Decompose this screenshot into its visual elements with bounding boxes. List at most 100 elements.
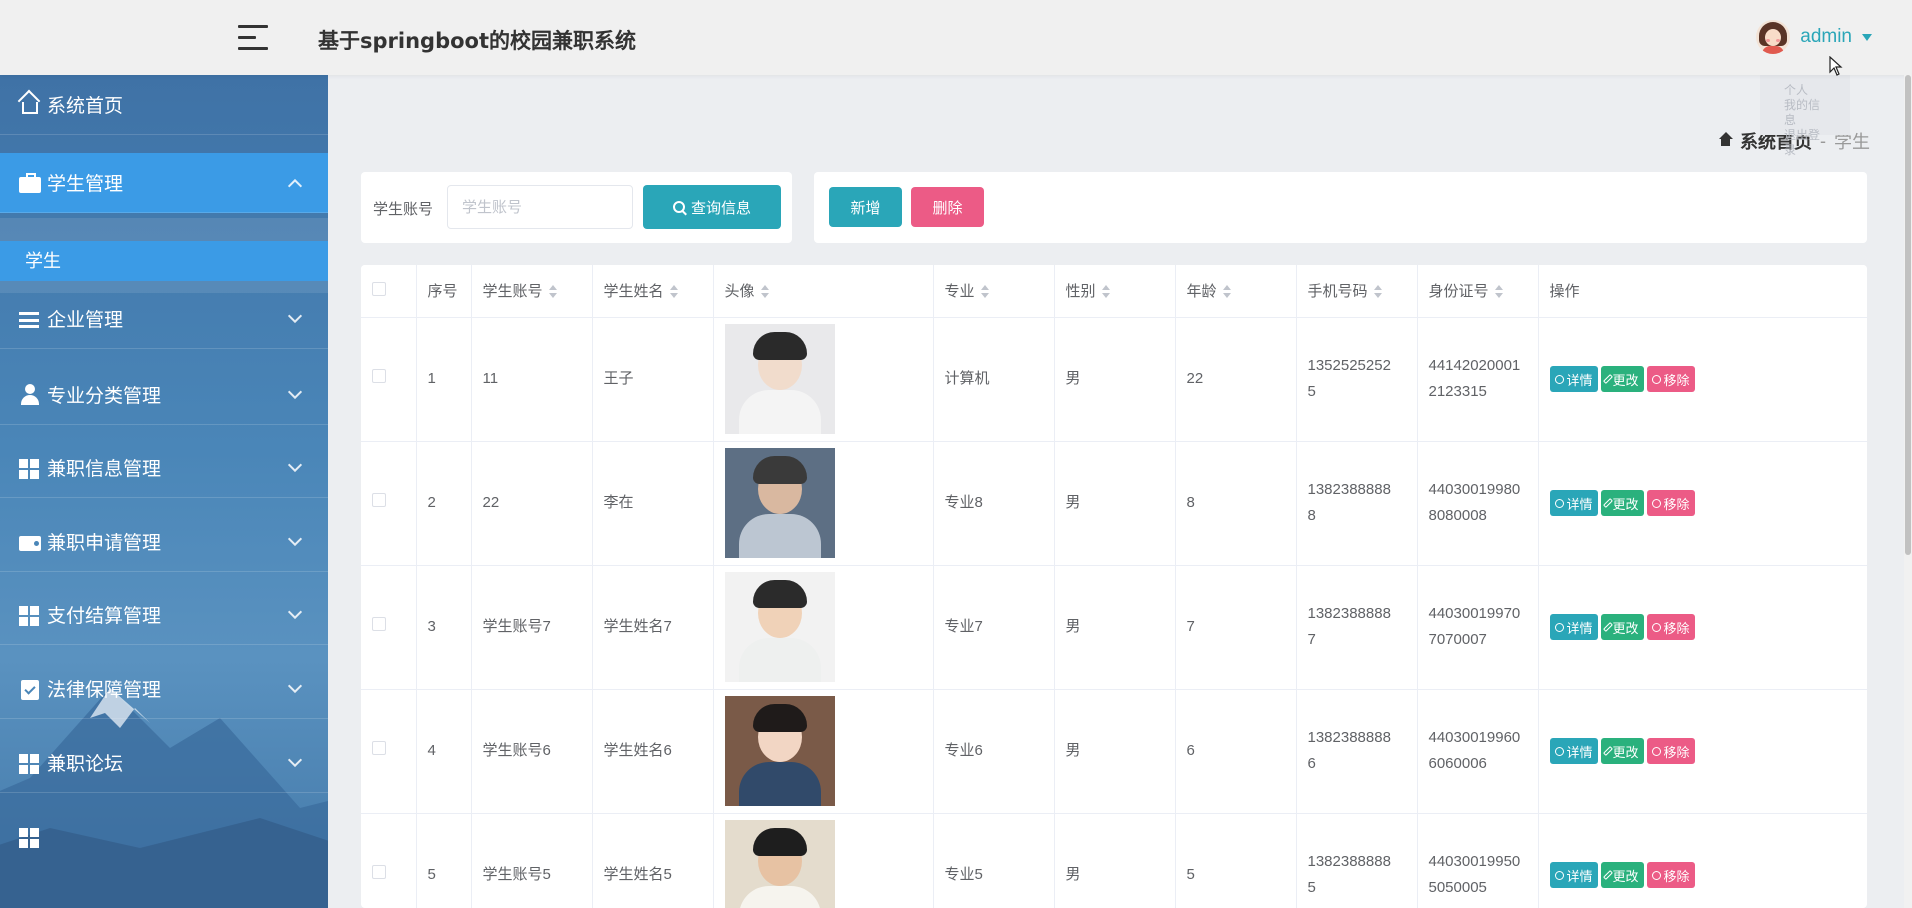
column-header[interactable]: 身份证号 xyxy=(1417,265,1539,318)
row-checkbox[interactable] xyxy=(372,617,386,631)
detail-button[interactable]: 详情 xyxy=(1549,366,1598,392)
detail-label: 详情 xyxy=(1566,372,1593,388)
row-checkbox[interactable] xyxy=(372,741,386,755)
sidebar-item-payment-settlement[interactable]: 支付结算管理 xyxy=(0,585,328,645)
row-select-cell xyxy=(361,689,417,814)
sort-icon[interactable] xyxy=(1494,285,1505,299)
edit-button[interactable]: 更改 xyxy=(1600,862,1644,888)
chevron-down-icon xyxy=(287,678,303,694)
scrollbar-thumb[interactable] xyxy=(1905,75,1911,555)
remove-button[interactable]: 移除 xyxy=(1646,738,1695,764)
dropdown-item[interactable]: 退出登录 xyxy=(1784,128,1826,158)
chevron-down-icon xyxy=(287,752,303,768)
edit-label: 更改 xyxy=(1612,620,1639,636)
table-row[interactable]: 4 学生账号6 学生姓名6 专业6 男 6 13823888886 440300… xyxy=(361,689,1867,814)
delete-button[interactable]: 删除 xyxy=(911,187,984,227)
dropdown-item[interactable]: 我的信息 xyxy=(1784,98,1826,128)
table-row[interactable]: 3 学生账号7 学生姓名7 专业7 男 7 13823888887 440300… xyxy=(361,565,1867,690)
column-header[interactable]: 学生账号 xyxy=(471,265,593,318)
sidebar-item-more[interactable] xyxy=(0,807,328,867)
cell-no: 5 xyxy=(416,813,472,908)
close-circle-icon xyxy=(1651,374,1661,384)
remove-label: 移除 xyxy=(1663,868,1690,884)
row-checkbox[interactable] xyxy=(372,493,386,507)
sidebar-item-major-category[interactable]: 专业分类管理 xyxy=(0,365,328,425)
action-panel: 新增 删除 xyxy=(814,172,1867,243)
student-photo[interactable] xyxy=(724,324,835,434)
sort-icon[interactable] xyxy=(1222,285,1233,299)
cell-major: 专业6 xyxy=(933,689,1055,814)
sidebar-item-enterprise-management[interactable]: 企业管理 xyxy=(0,289,328,349)
sidebar-item-student-management[interactable]: 学生管理 xyxy=(0,153,328,213)
row-checkbox[interactable] xyxy=(372,865,386,879)
edit-button[interactable]: 更改 xyxy=(1600,614,1644,640)
remove-label: 移除 xyxy=(1663,620,1690,636)
bars-icon xyxy=(19,308,41,330)
edit-button[interactable]: 更改 xyxy=(1600,366,1644,392)
detail-button[interactable]: 详情 xyxy=(1549,862,1598,888)
sidebar-item-job-application[interactable]: 兼职申请管理 xyxy=(0,512,328,572)
query-button[interactable]: 查询信息 xyxy=(643,185,781,229)
column-header[interactable]: 专业 xyxy=(933,265,1055,318)
detail-button[interactable]: 详情 xyxy=(1549,738,1598,764)
edit-button[interactable]: 更改 xyxy=(1600,490,1644,516)
student-account-input[interactable] xyxy=(447,185,633,229)
avatar xyxy=(1756,20,1791,54)
chevron-down-icon xyxy=(287,384,303,400)
sidebar-item-legal-protection[interactable]: 法律保障管理 xyxy=(0,659,328,719)
column-header[interactable]: 学生姓名 xyxy=(592,265,714,318)
table-row[interactable]: 1 11 王子 计算机 男 22 13525252525 44142020001… xyxy=(361,317,1867,442)
edit-button[interactable]: 更改 xyxy=(1600,738,1644,764)
cell-avatar xyxy=(713,689,934,814)
remove-button[interactable]: 移除 xyxy=(1646,862,1695,888)
column-header[interactable]: 年龄 xyxy=(1175,265,1297,318)
row-checkbox[interactable] xyxy=(372,369,386,383)
cell-avatar xyxy=(713,813,934,908)
menu-toggle-icon[interactable] xyxy=(238,25,268,51)
cell-phone: 13823888886 xyxy=(1296,689,1418,814)
cell-account: 学生账号6 xyxy=(471,689,593,814)
student-table: 序号 学生账号 学生姓名 头像 专业 性别 年龄 手机号码 身份证号 操作 1 … xyxy=(361,265,1867,908)
column-header[interactable]: 头像 xyxy=(713,265,934,318)
idcard-text: 440300199606060006 xyxy=(1428,729,1521,772)
student-photo[interactable] xyxy=(724,820,835,908)
sort-icon[interactable] xyxy=(980,285,991,299)
student-photo[interactable] xyxy=(724,448,835,558)
table-row[interactable]: 5 学生账号5 学生姓名5 专业5 男 5 13823888885 440300… xyxy=(361,813,1867,908)
student-photo[interactable] xyxy=(724,696,835,806)
remove-button[interactable]: 移除 xyxy=(1646,490,1695,516)
select-all-checkbox[interactable] xyxy=(372,281,386,296)
add-button[interactable]: 新增 xyxy=(829,187,902,227)
chevron-down-icon xyxy=(287,308,303,324)
sort-icon[interactable] xyxy=(548,285,559,299)
cell-gender: 男 xyxy=(1054,813,1176,908)
sort-icon[interactable] xyxy=(1373,285,1384,299)
sidebar-item-forum[interactable]: 兼职论坛 xyxy=(0,733,328,793)
remove-button[interactable]: 移除 xyxy=(1646,614,1695,640)
search-icon xyxy=(1554,498,1564,508)
sidebar-item-label: 系统首页 xyxy=(47,96,124,117)
column-header[interactable]: 性别 xyxy=(1054,265,1176,318)
edit-label: 更改 xyxy=(1612,868,1639,884)
cell-name: 王子 xyxy=(592,317,714,442)
table-row[interactable]: 2 22 李在 专业8 男 8 13823888888 440300199808… xyxy=(361,441,1867,566)
sort-icon[interactable] xyxy=(1101,285,1112,299)
phone-text: 13823888886 xyxy=(1307,729,1391,772)
detail-button[interactable]: 详情 xyxy=(1549,490,1598,516)
sidebar-item-job-info[interactable]: 兼职信息管理 xyxy=(0,438,328,498)
column-header[interactable]: 手机号码 xyxy=(1296,265,1418,318)
remove-button[interactable]: 移除 xyxy=(1646,366,1695,392)
sort-icon[interactable] xyxy=(760,285,771,299)
sort-icon[interactable] xyxy=(669,285,680,299)
dropdown-item[interactable]: 个人 xyxy=(1784,83,1826,98)
sidebar-subitem-student[interactable]: 学生 xyxy=(0,241,328,281)
detail-button[interactable]: 详情 xyxy=(1549,614,1598,640)
user-menu[interactable]: admin xyxy=(1756,20,1872,54)
column-header: 序号 xyxy=(416,265,472,318)
detail-label: 详情 xyxy=(1566,620,1593,636)
cell-operations: 详情 更改 移除 xyxy=(1538,441,1867,566)
page-scrollbar[interactable] xyxy=(1904,75,1912,908)
detail-label: 详情 xyxy=(1566,868,1593,884)
sidebar-item-home[interactable]: 系统首页 xyxy=(0,75,328,135)
student-photo[interactable] xyxy=(724,572,835,682)
